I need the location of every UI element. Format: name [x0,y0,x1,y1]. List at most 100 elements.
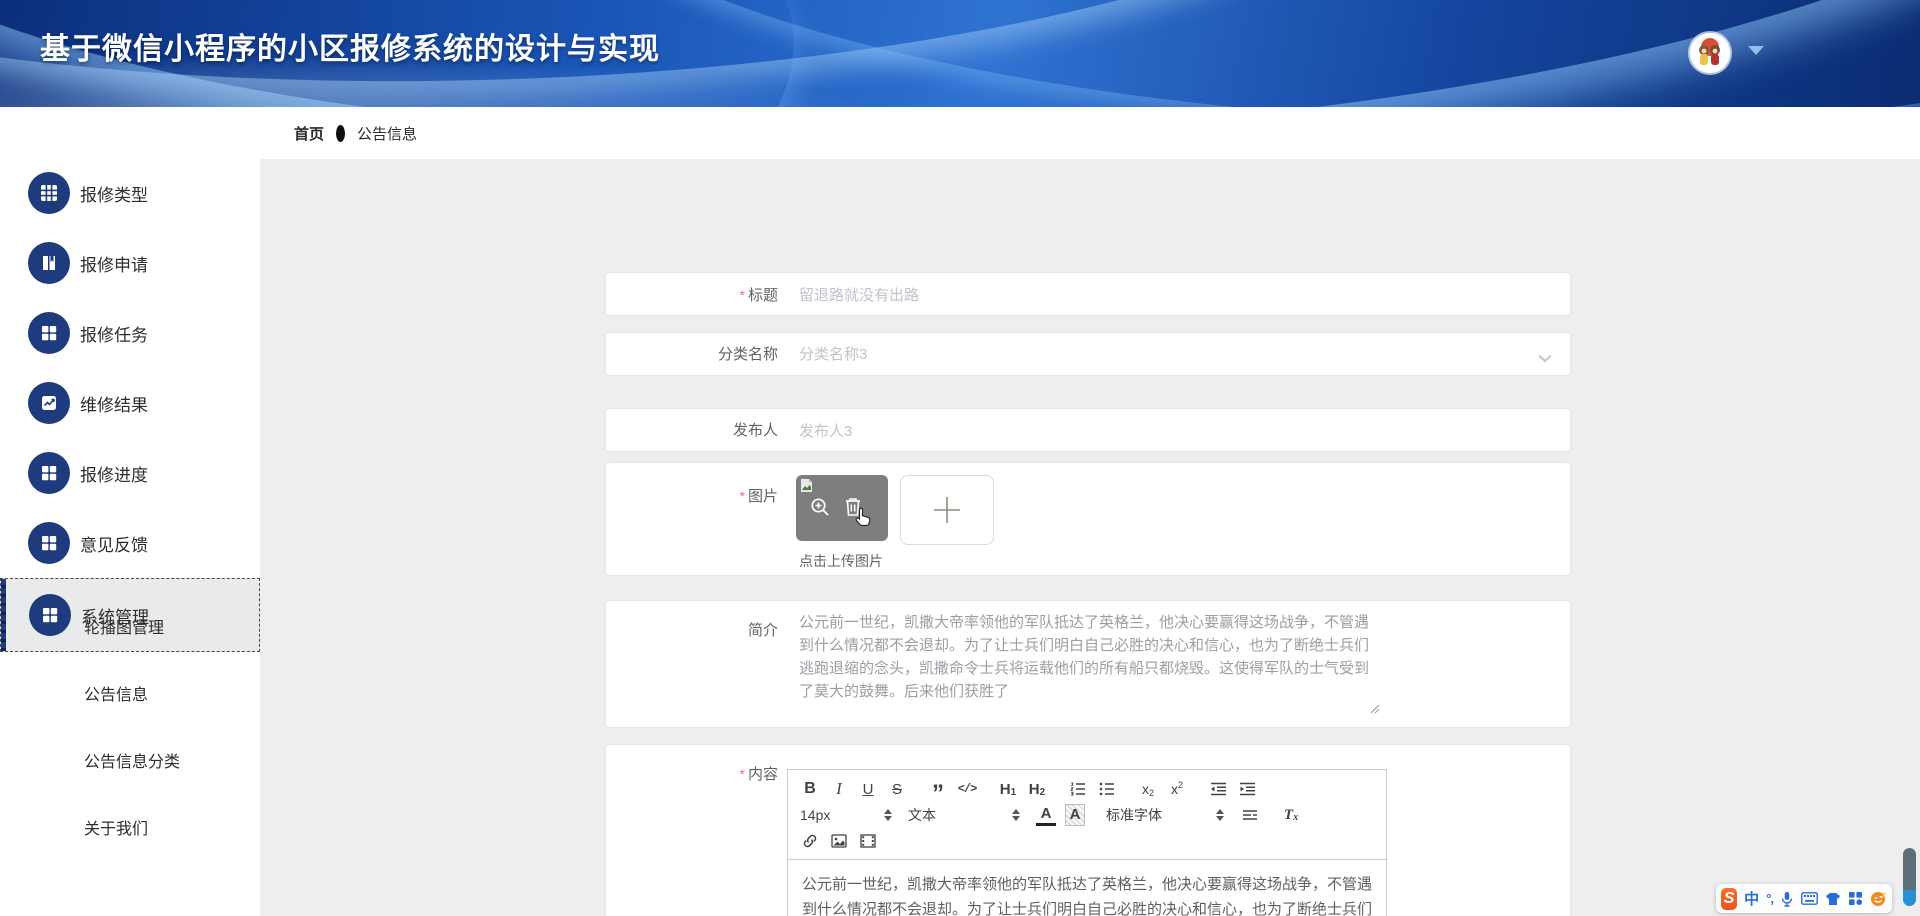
grid9-icon [28,172,70,214]
required-mark: * [740,488,745,504]
insert-video-icon[interactable] [858,830,878,852]
sidebar-item-label: 报修申请 [80,251,148,276]
app-header: 基于微信小程序的小区报修系统的设计与实现 [0,0,1920,107]
content-label: *内容 [606,763,791,784]
heading2-button[interactable]: H2 [1027,778,1047,800]
sidebar-item-label: 报修任务 [80,321,148,346]
grid4-icon [28,522,70,564]
breadcrumb-home[interactable]: 首页 [294,123,324,144]
uploaded-image-thumbnail[interactable] [796,475,888,541]
breadcrumb: 首页 公告信息 [260,107,1920,159]
editor-content[interactable]: 公元前一世纪，凯撒大帝率领他的军队抵达了英格兰，他决心要赢得这场战争，不管遇到什… [788,860,1386,916]
sidebar-item-label: 维修结果 [80,391,148,416]
sidebar-item-repair-progress[interactable]: 报修进度 [0,438,260,508]
sogou-logo-icon[interactable]: S [1721,888,1737,910]
sidebar-item-repair-task[interactable]: 报修任务 [0,298,260,368]
sidebar-item-feedback[interactable]: 意见反馈 [0,508,260,578]
grid4-icon [28,452,70,494]
category-label: 分类名称 [606,333,791,377]
font-size-value: 14px [800,807,830,823]
underline-button[interactable]: U [858,778,878,800]
text-color-button[interactable]: A [1036,804,1056,826]
resize-handle-icon[interactable] [1368,701,1380,719]
ime-language-icon[interactable]: 中 [1744,888,1759,909]
sidebar-item-repair-result[interactable]: 维修结果 [0,368,260,438]
zoom-preview-icon[interactable] [808,495,832,524]
ime-punctuation-icon[interactable]: °, [1766,891,1773,906]
intro-label: 简介 [606,619,791,640]
italic-button[interactable]: I [829,778,849,800]
content-area: 首页 公告信息 *标题 分类名称 分类名称3 [260,107,1920,916]
publisher-label: 发布人 [606,409,791,453]
title-label: *标题 [606,273,791,318]
sidebar-subitem-about-us[interactable]: 关于我们 [0,815,260,845]
heading1-button[interactable]: H1 [998,778,1018,800]
outdent-icon[interactable] [1208,778,1228,800]
strikethrough-button[interactable]: S [887,778,907,800]
grid4-icon [28,312,70,354]
microphone-icon[interactable] [1780,891,1794,907]
text-style-select[interactable]: 文本 [908,805,1020,825]
highlight-color-button[interactable]: A [1065,804,1085,826]
form-area: *标题 分类名称 分类名称3 发布人 [260,159,1920,916]
chevron-down-icon[interactable] [1748,46,1764,55]
sidebar-item-label: 报修类型 [80,181,148,206]
toolbox-icon[interactable] [1848,891,1863,906]
font-family-value: 标准字体 [1106,805,1162,825]
chevron-down-icon [1538,350,1552,368]
avatar[interactable] [1690,33,1730,73]
clear-format-button[interactable]: Tx [1281,804,1301,826]
image-label: *图片 [606,485,791,506]
plus-icon [930,493,964,527]
bold-button[interactable]: B [800,778,820,800]
skin-icon[interactable] [1825,892,1841,906]
text-style-value: 文本 [908,805,936,825]
category-value: 分类名称3 [799,333,867,377]
form-row-image: *图片 [605,462,1571,576]
sidebar-item-repair-type[interactable]: 报修类型 [0,158,260,228]
updown-arrows-icon [884,809,892,821]
breadcrumb-current: 公告信息 [357,123,417,144]
superscript-button[interactable]: x2 [1167,778,1187,800]
rich-text-editor: B I U S ” </> H1 H2 [787,769,1387,916]
sidebar-subitem-carousel[interactable]: 轮播图管理 [0,614,260,644]
title-input[interactable] [799,273,1539,317]
breadcrumb-separator-icon [336,125,345,142]
book-icon [28,242,70,284]
font-family-select[interactable]: 标准字体 [1106,805,1224,825]
subscript-button[interactable]: x2 [1138,778,1158,800]
indent-icon[interactable] [1237,778,1257,800]
emoji-icon[interactable] [1870,891,1887,907]
form-row-intro: 简介 公元前一世纪，凯撒大帝率领他的军队抵达了英格兰，他决心要赢得这场战争，不管… [605,600,1571,728]
sidebar-item-repair-apply[interactable]: 报修申请 [0,228,260,298]
sidebar-item-label: 意见反馈 [80,531,148,556]
keyboard-icon[interactable] [1801,892,1818,905]
avatar-image [1690,33,1730,73]
form-row-content: *内容 B I U S ” </> H1 [605,744,1571,916]
font-size-select[interactable]: 14px [800,807,892,823]
updown-arrows-icon [1012,809,1020,821]
ime-toolbar: S 中 °, [1716,884,1892,913]
page-title: 基于微信小程序的小区报修系统的设计与实现 [40,24,660,68]
sidebar-subitem-announcement-category[interactable]: 公告信息分类 [0,748,260,778]
insert-image-icon[interactable] [829,830,849,852]
sidebar-item-label: 报修进度 [80,461,148,486]
link-icon[interactable] [800,830,820,852]
scrollbar-thumb[interactable] [1903,848,1916,906]
code-button[interactable]: </> [957,778,977,800]
required-mark: * [740,766,745,782]
bullet-list-icon[interactable] [1097,778,1117,800]
sidebar-subitem-announcement[interactable]: 公告信息 [0,681,260,711]
intro-textarea[interactable]: 公元前一世纪，凯撒大帝率领他的军队抵达了英格兰，他决心要赢得这场战争，不管遇到什… [799,611,1381,715]
editor-toolbar: B I U S ” </> H1 H2 [788,770,1386,860]
form-row-title: *标题 [605,272,1571,316]
ordered-list-icon[interactable] [1068,778,1088,800]
publisher-input[interactable] [799,409,1539,453]
upload-hint: 点击上传图片 [799,551,883,571]
sidebar: 报修类型 报修申请 报修任务 维修结果 [0,107,260,916]
required-mark: * [740,287,745,303]
form-row-category: 分类名称 分类名称3 [605,332,1571,376]
blockquote-button[interactable]: ” [928,778,948,800]
add-image-button[interactable] [900,475,994,545]
align-icon[interactable] [1240,804,1260,826]
